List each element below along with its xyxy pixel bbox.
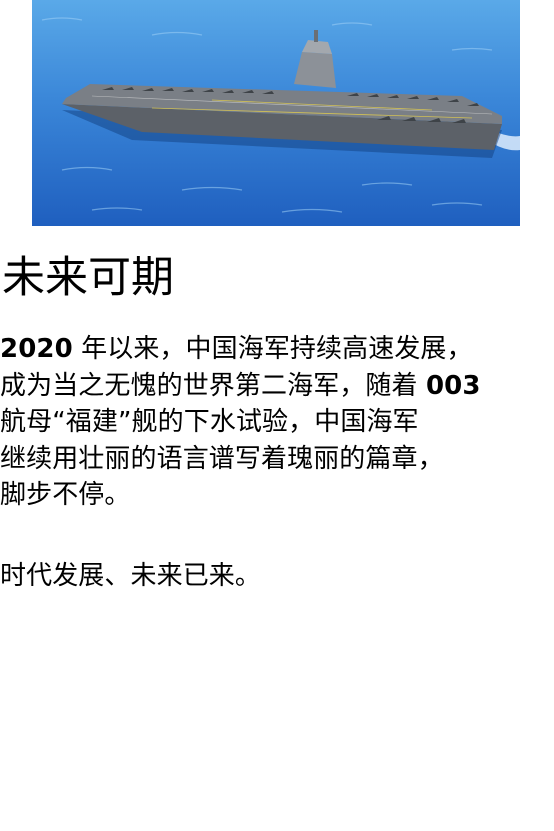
paragraph-text: 年以来，中国海军持续高速发展， [72, 334, 473, 364]
paragraph-line: 成为当之无愧的世界第二海军，随着 003 [0, 368, 554, 405]
aircraft-carrier-photo [32, 0, 520, 226]
paragraph-line: 继续用壮丽的语言谱写着瑰丽的篇章， [0, 443, 444, 474]
article-paragraph-1: 2020 年以来，中国海军持续高速发展， 成为当之无愧的世界第二海军，随着 00… [0, 331, 554, 514]
year-number: 2020 [0, 334, 73, 364]
article-paragraph-2: 时代发展、未来已来。 [0, 561, 262, 591]
paragraph-text: 成为当之无愧的世界第二海军，随着 [0, 370, 426, 401]
paragraph-line: 航母“福建”舰的下水试验，中国海军 [0, 407, 419, 437]
paragraph-line: 脚步不停。 [0, 480, 131, 510]
carrier-image [32, 0, 520, 226]
article-heading: 未来可期 [2, 253, 174, 303]
carrier-number: 003 [425, 370, 481, 401]
paragraph-line: 2020 年以来，中国海军持续高速发展， [0, 331, 554, 368]
